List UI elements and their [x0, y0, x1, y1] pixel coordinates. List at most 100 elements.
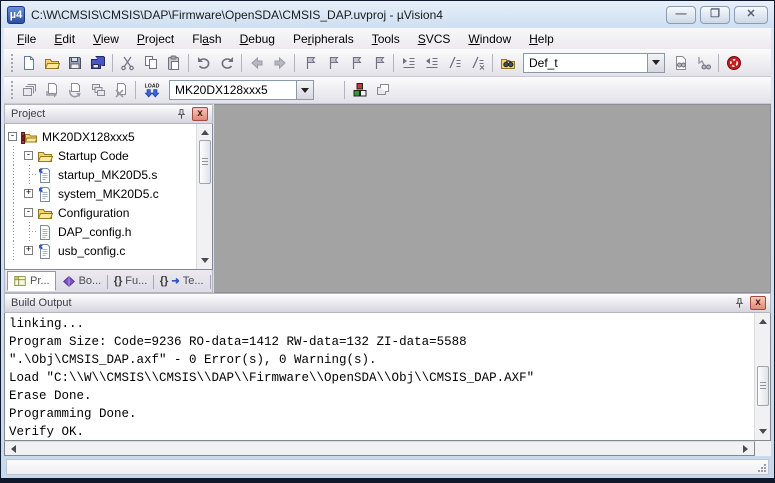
previous-bookmark-icon: [325, 55, 341, 71]
scrollbar-thumb[interactable]: [199, 140, 211, 184]
scroll-up-button[interactable]: [197, 124, 213, 140]
scroll-down-button[interactable]: [197, 253, 213, 269]
incremental-find-button[interactable]: [692, 52, 715, 74]
scroll-up-button[interactable]: [755, 313, 771, 329]
new-file-button[interactable]: [17, 52, 40, 74]
project-close-button[interactable]: x: [192, 107, 208, 121]
scroll-right-button[interactable]: [738, 441, 754, 456]
tab-templates[interactable]: {}➜ Te...: [155, 271, 209, 291]
navigate-back-button[interactable]: [245, 52, 268, 74]
tree-item-file[interactable]: + system_MK20D5.c: [5, 184, 196, 203]
folder-icon: [37, 146, 55, 165]
title-bar[interactable]: µ4 C:\W\CMSIS\CMSIS\DAP\Firmware\OpenSDA…: [1, 1, 774, 28]
tree-item-target[interactable]: - MK20DX128xxx5: [5, 127, 196, 146]
search-combo-dropdown[interactable]: [647, 54, 664, 72]
tree-item-group[interactable]: - Startup Code: [5, 146, 196, 165]
comment-button[interactable]: [443, 52, 466, 74]
close-button[interactable]: ✕: [734, 6, 768, 24]
scroll-down-button[interactable]: [755, 424, 771, 440]
rebuild-button[interactable]: [63, 79, 86, 101]
tab-functions[interactable]: {} Fu...: [109, 271, 153, 291]
triangle-right-icon: [743, 445, 752, 453]
search-combo[interactable]: Def_t: [523, 53, 665, 73]
build-output-vscrollbar[interactable]: [754, 313, 770, 440]
target-combo-dropdown[interactable]: [296, 81, 313, 99]
translate-button[interactable]: [17, 79, 40, 101]
project-tree-scrollbar[interactable]: [196, 124, 212, 269]
insert-bookmark-button[interactable]: [298, 52, 321, 74]
menu-debug[interactable]: Debug: [231, 30, 284, 48]
paste-button[interactable]: [162, 52, 185, 74]
target-options-button[interactable]: [318, 79, 341, 101]
window-cascade-button[interactable]: [371, 79, 394, 101]
triangle-down-icon: [759, 429, 767, 438]
restore-button[interactable]: ❐: [700, 6, 730, 24]
target-combo[interactable]: MK20DX128xxx5: [169, 80, 314, 100]
build-output-hscrollbar[interactable]: [4, 441, 755, 456]
build-output-close-button[interactable]: x: [750, 296, 766, 310]
scroll-left-button[interactable]: [5, 441, 21, 456]
navigate-forward-button[interactable]: [268, 52, 291, 74]
project-pin-button[interactable]: [173, 107, 189, 122]
menu-file[interactable]: File: [8, 30, 45, 48]
tab-project[interactable]: Pr...: [7, 271, 56, 291]
next-bookmark-button[interactable]: [344, 52, 367, 74]
previous-bookmark-button[interactable]: [321, 52, 344, 74]
triangle-down-icon: [201, 258, 209, 267]
redo-button[interactable]: [215, 52, 238, 74]
open-file-button[interactable]: [40, 52, 63, 74]
find-in-files-button[interactable]: [496, 52, 519, 74]
save-button[interactable]: [63, 52, 86, 74]
manage-components-button[interactable]: [348, 79, 371, 101]
expander-icon[interactable]: +: [24, 189, 33, 198]
target-combo-value[interactable]: MK20DX128xxx5: [170, 83, 296, 97]
expander-icon[interactable]: +: [24, 246, 33, 255]
find-next-button[interactable]: [669, 52, 692, 74]
help-knowledgebase-button[interactable]: [722, 52, 745, 74]
tab-books[interactable]: Bo...: [57, 271, 107, 291]
triangle-up-icon: [201, 126, 209, 135]
toolbar-grip[interactable]: [9, 81, 14, 99]
expander-icon[interactable]: -: [24, 208, 33, 217]
menu-svcs[interactable]: SVCS: [409, 30, 460, 48]
save-all-button[interactable]: [86, 52, 109, 74]
braces-icon: {}: [114, 275, 123, 287]
menu-window[interactable]: Window: [459, 30, 520, 48]
menu-project[interactable]: Project: [128, 30, 183, 48]
stop-build-button[interactable]: [109, 79, 132, 101]
tree-item-file[interactable]: + usb_config.c: [5, 241, 196, 260]
project-panel-tabs: Pr... Bo... {} Fu... {}➜ Te...: [4, 270, 213, 293]
menu-flash[interactable]: Flash: [183, 30, 230, 48]
translate-icon: [21, 82, 37, 98]
menu-help[interactable]: Help: [520, 30, 563, 48]
header-file-icon: [37, 222, 55, 241]
arrow-icon: ➜: [171, 276, 179, 287]
menu-edit[interactable]: Edit: [45, 30, 84, 48]
minimize-button[interactable]: —: [666, 6, 696, 24]
batch-build-button[interactable]: [86, 79, 109, 101]
expander-icon[interactable]: -: [24, 151, 33, 160]
cut-button[interactable]: [116, 52, 139, 74]
tree-item-file[interactable]: startup_MK20D5.s: [5, 165, 196, 184]
build-button[interactable]: [40, 79, 63, 101]
scrollbar-thumb[interactable]: [757, 366, 769, 406]
search-combo-value[interactable]: Def_t: [524, 56, 647, 70]
menu-view[interactable]: View: [84, 30, 128, 48]
uncomment-button[interactable]: [466, 52, 489, 74]
tree-item-file[interactable]: DAP_config.h: [5, 222, 196, 241]
unindent-button[interactable]: [420, 52, 443, 74]
indent-button[interactable]: [397, 52, 420, 74]
menu-tools[interactable]: Tools: [363, 30, 409, 48]
load-flash-button[interactable]: [139, 79, 165, 101]
clear-bookmarks-button[interactable]: [367, 52, 390, 74]
build-output-pin-button[interactable]: [731, 296, 747, 311]
undo-button[interactable]: [192, 52, 215, 74]
toolbar-grip[interactable]: [9, 54, 14, 72]
copy-button[interactable]: [139, 52, 162, 74]
project-tab-icon: [13, 274, 27, 288]
tree-item-group[interactable]: - Configuration: [5, 203, 196, 222]
build-output-text[interactable]: linking...Program Size: Code=9236 RO-dat…: [5, 313, 754, 440]
menu-peripherals[interactable]: Peripherals: [284, 30, 363, 48]
resize-grip[interactable]: [757, 463, 766, 472]
expander-icon[interactable]: -: [8, 132, 17, 141]
